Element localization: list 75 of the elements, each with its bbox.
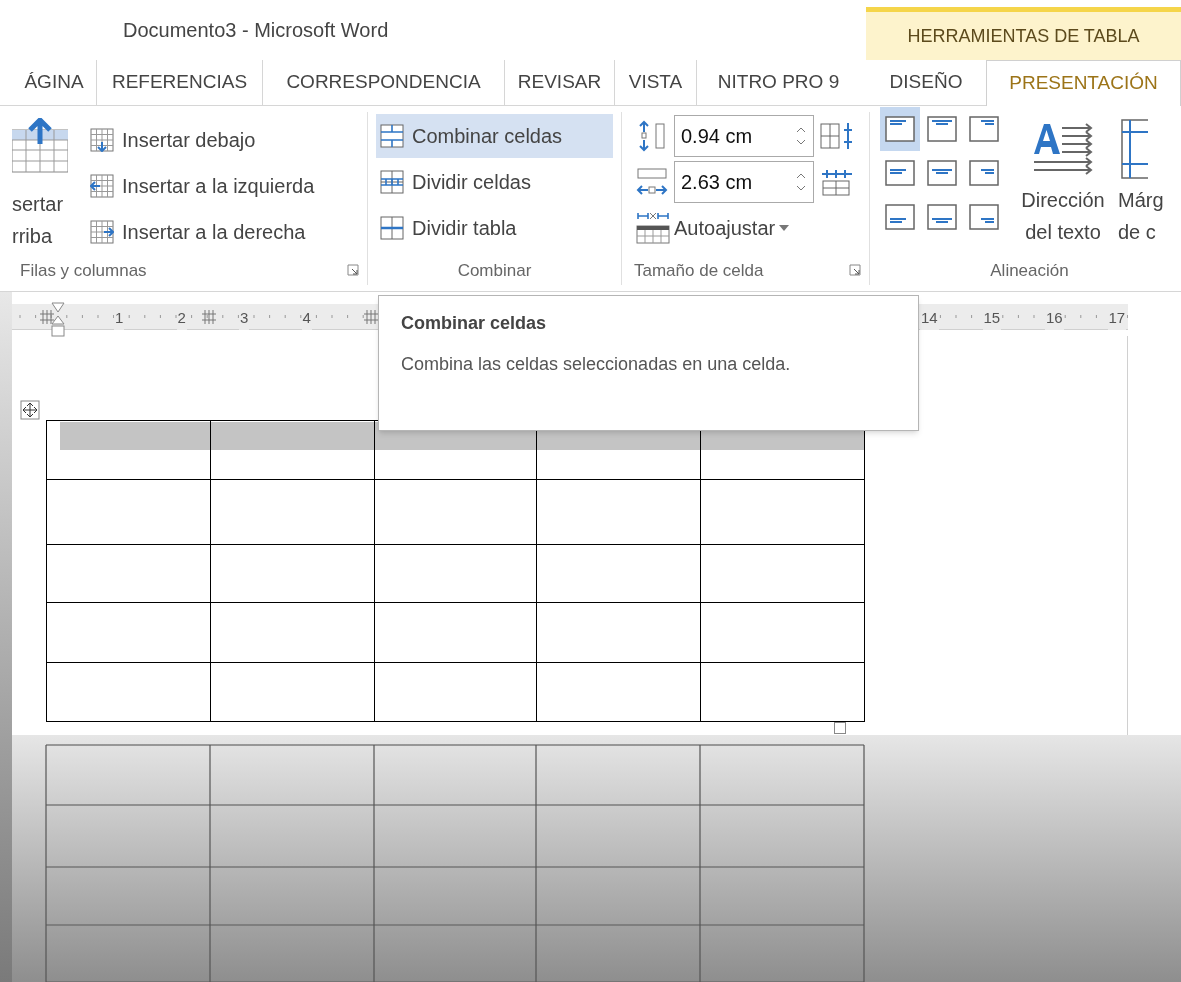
- cell-margins-button[interactable]: Márg de c: [1118, 112, 1178, 256]
- table-grid-icon: [90, 220, 114, 244]
- dropdown-caret-icon: [779, 225, 790, 231]
- indent-marker-icon: [50, 302, 66, 338]
- table-cell[interactable]: [47, 545, 211, 603]
- group-label: Filas y columnas: [19, 259, 147, 282]
- ribbon-tab[interactable]: ÁGINA: [12, 60, 96, 105]
- table-cell[interactable]: [701, 545, 865, 603]
- alignment-icon: [969, 116, 999, 142]
- dialog-launcher-icon: [347, 264, 359, 277]
- table-cell[interactable]: [701, 480, 865, 545]
- table-cell[interactable]: [47, 480, 211, 545]
- ribbon-button[interactable]: Dividir tabla: [376, 206, 613, 250]
- table-cell[interactable]: [375, 545, 537, 603]
- autofit-button[interactable]: Autoajustar: [636, 206, 854, 250]
- dialog-launcher-icon: [849, 264, 861, 277]
- button-label: sertar: [12, 192, 64, 217]
- table-arrow-up-icon: [12, 118, 68, 174]
- alignment-icon: [969, 160, 999, 186]
- group-label: Alineación: [990, 259, 1069, 282]
- text-direction-button[interactable]: Dirección del texto: [1008, 112, 1118, 256]
- group-label: Combinar: [457, 259, 532, 282]
- table-cell[interactable]: [537, 545, 701, 603]
- alignment-icon: [885, 116, 915, 142]
- table-cell[interactable]: [211, 663, 375, 722]
- ribbon-button[interactable]: Insertar a la derecha: [86, 210, 325, 254]
- group-label: Tamaño de celda: [633, 259, 764, 282]
- cell-alignment-button[interactable]: [880, 107, 920, 151]
- table-cell[interactable]: [375, 663, 537, 722]
- table-grid-icon: [90, 128, 114, 152]
- table-cell[interactable]: [701, 603, 865, 663]
- alignment-icon: [885, 160, 915, 186]
- distribute-icon: [820, 121, 854, 151]
- tooltip-title: Combinar celdas: [401, 312, 548, 335]
- table-cell[interactable]: [537, 603, 701, 663]
- alignment-icon: [927, 160, 957, 186]
- alignment-icon: [969, 204, 999, 230]
- autofit-icon: [636, 212, 670, 244]
- table-cell[interactable]: [375, 480, 537, 545]
- distribute-icon: [820, 167, 854, 197]
- table-cell[interactable]: [211, 421, 375, 480]
- table-cell[interactable]: [211, 545, 375, 603]
- table-cell[interactable]: [701, 663, 865, 722]
- table-grid-icon: [380, 124, 404, 148]
- column-marker-icon: [40, 310, 54, 324]
- ribbon-button[interactable]: Dividir celdas: [376, 160, 613, 204]
- table-cell[interactable]: [47, 603, 211, 663]
- tooltip-text: Combina las celdas seleccionadas en una celda.: [401, 353, 792, 376]
- button-label: rriba: [12, 224, 53, 249]
- row-height-field[interactable]: 0.94 cm: [674, 115, 814, 157]
- table-cell[interactable]: [537, 480, 701, 545]
- table-cell[interactable]: [47, 421, 211, 480]
- table-grid-icon: [90, 174, 114, 198]
- contextual-tab-group-label: HERRAMIENTAS DE TABLA: [907, 24, 1140, 48]
- column-marker-icon: [364, 310, 378, 324]
- table-move-handle-icon: [20, 400, 40, 420]
- column-marker-icon: [202, 310, 216, 324]
- table-cell[interactable]: [47, 663, 211, 722]
- alignment-icon: [927, 204, 957, 230]
- table-grid-icon: [380, 170, 404, 194]
- insert-above-button[interactable]: sertar rriba: [12, 112, 78, 256]
- column-width-field[interactable]: 2.63 cm: [674, 161, 814, 203]
- ribbon-tab[interactable]: PRESENTACIÓN: [986, 60, 1181, 106]
- ribbon-button[interactable]: Insertar a la izquierda: [86, 164, 325, 208]
- ribbon-button[interactable]: Insertar debajo: [86, 118, 325, 162]
- window-title: Documento3 - Microsoft Word: [123, 18, 389, 43]
- table-cell[interactable]: [211, 480, 375, 545]
- table-cell[interactable]: [375, 603, 537, 663]
- ribbon-button[interactable]: Combinar celdas: [376, 114, 613, 158]
- table-grid-icon: [380, 216, 404, 240]
- table-resize-handle-icon: [834, 722, 846, 734]
- alignment-icon: [927, 116, 957, 142]
- alignment-icon: [885, 204, 915, 230]
- table-cell[interactable]: [537, 663, 701, 722]
- table-cell[interactable]: [211, 603, 375, 663]
